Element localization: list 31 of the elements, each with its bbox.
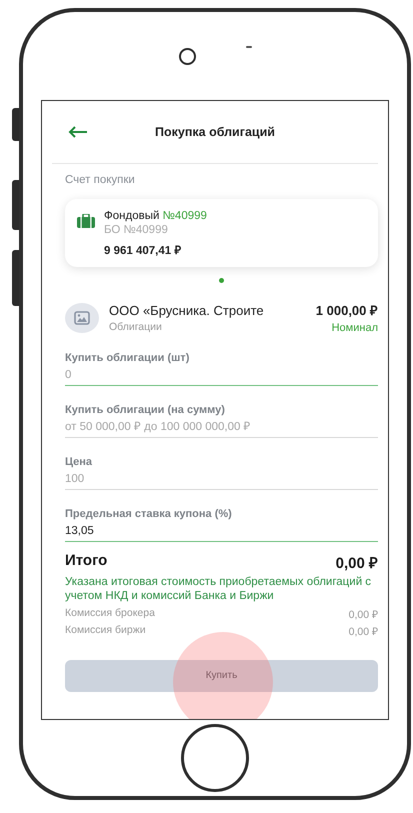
input-field[interactable]: от 50 000,00 ₽ до 100 000 000,00 ₽ (65, 421, 378, 438)
total-label: Итого (65, 552, 108, 571)
back-arrow-icon[interactable] (68, 126, 88, 138)
account-name: Фондовый №40999 (104, 210, 207, 222)
input-field[interactable]: 13,05 (65, 525, 378, 542)
commission-label: Комиссия брокера (65, 606, 155, 621)
commission-value: 0,00 ₽ (348, 608, 378, 621)
bond-price: 1 000,00 ₽ (316, 302, 378, 319)
account-card[interactable]: Фондовый №40999 БО №40999 9 961 407,41 ₽ (65, 199, 378, 267)
field-label: Купить облигации (шт) (65, 352, 190, 364)
screen-title: Покупка облигаций (154, 125, 276, 139)
input-field[interactable]: 0 (65, 369, 378, 386)
camera-icon (178, 48, 196, 64)
pager-dot (219, 278, 224, 283)
total-value: 0,00 ₽ (336, 554, 378, 572)
account-subtitle: БО №40999 (104, 224, 169, 236)
bond-image-icon (65, 302, 99, 332)
commission-value: 0,00 ₽ (348, 624, 378, 638)
account-balance: 9 961 407,41 ₽ (104, 244, 182, 257)
section-label: Счет покупки (65, 174, 136, 186)
field-label: Купить облигации (на сумму) (65, 404, 226, 416)
home-button[interactable] (181, 724, 249, 792)
commission-label: Комиссия биржи (65, 624, 146, 638)
total-note: Указана итоговая стоимость приобретаемых облигаций с учетом НКД и комиссий Банка и Биржи (65, 575, 372, 604)
bond-type: Облигации (109, 320, 163, 332)
input-field[interactable]: 100 (65, 473, 378, 490)
briefcase-icon (77, 214, 95, 228)
price-label: Номинал (332, 322, 378, 334)
bond-name: ООО «Брусника. Строите (109, 302, 265, 318)
field-label: Цена (65, 456, 94, 468)
field-label: Предельная ставка купона (%) (65, 508, 233, 520)
